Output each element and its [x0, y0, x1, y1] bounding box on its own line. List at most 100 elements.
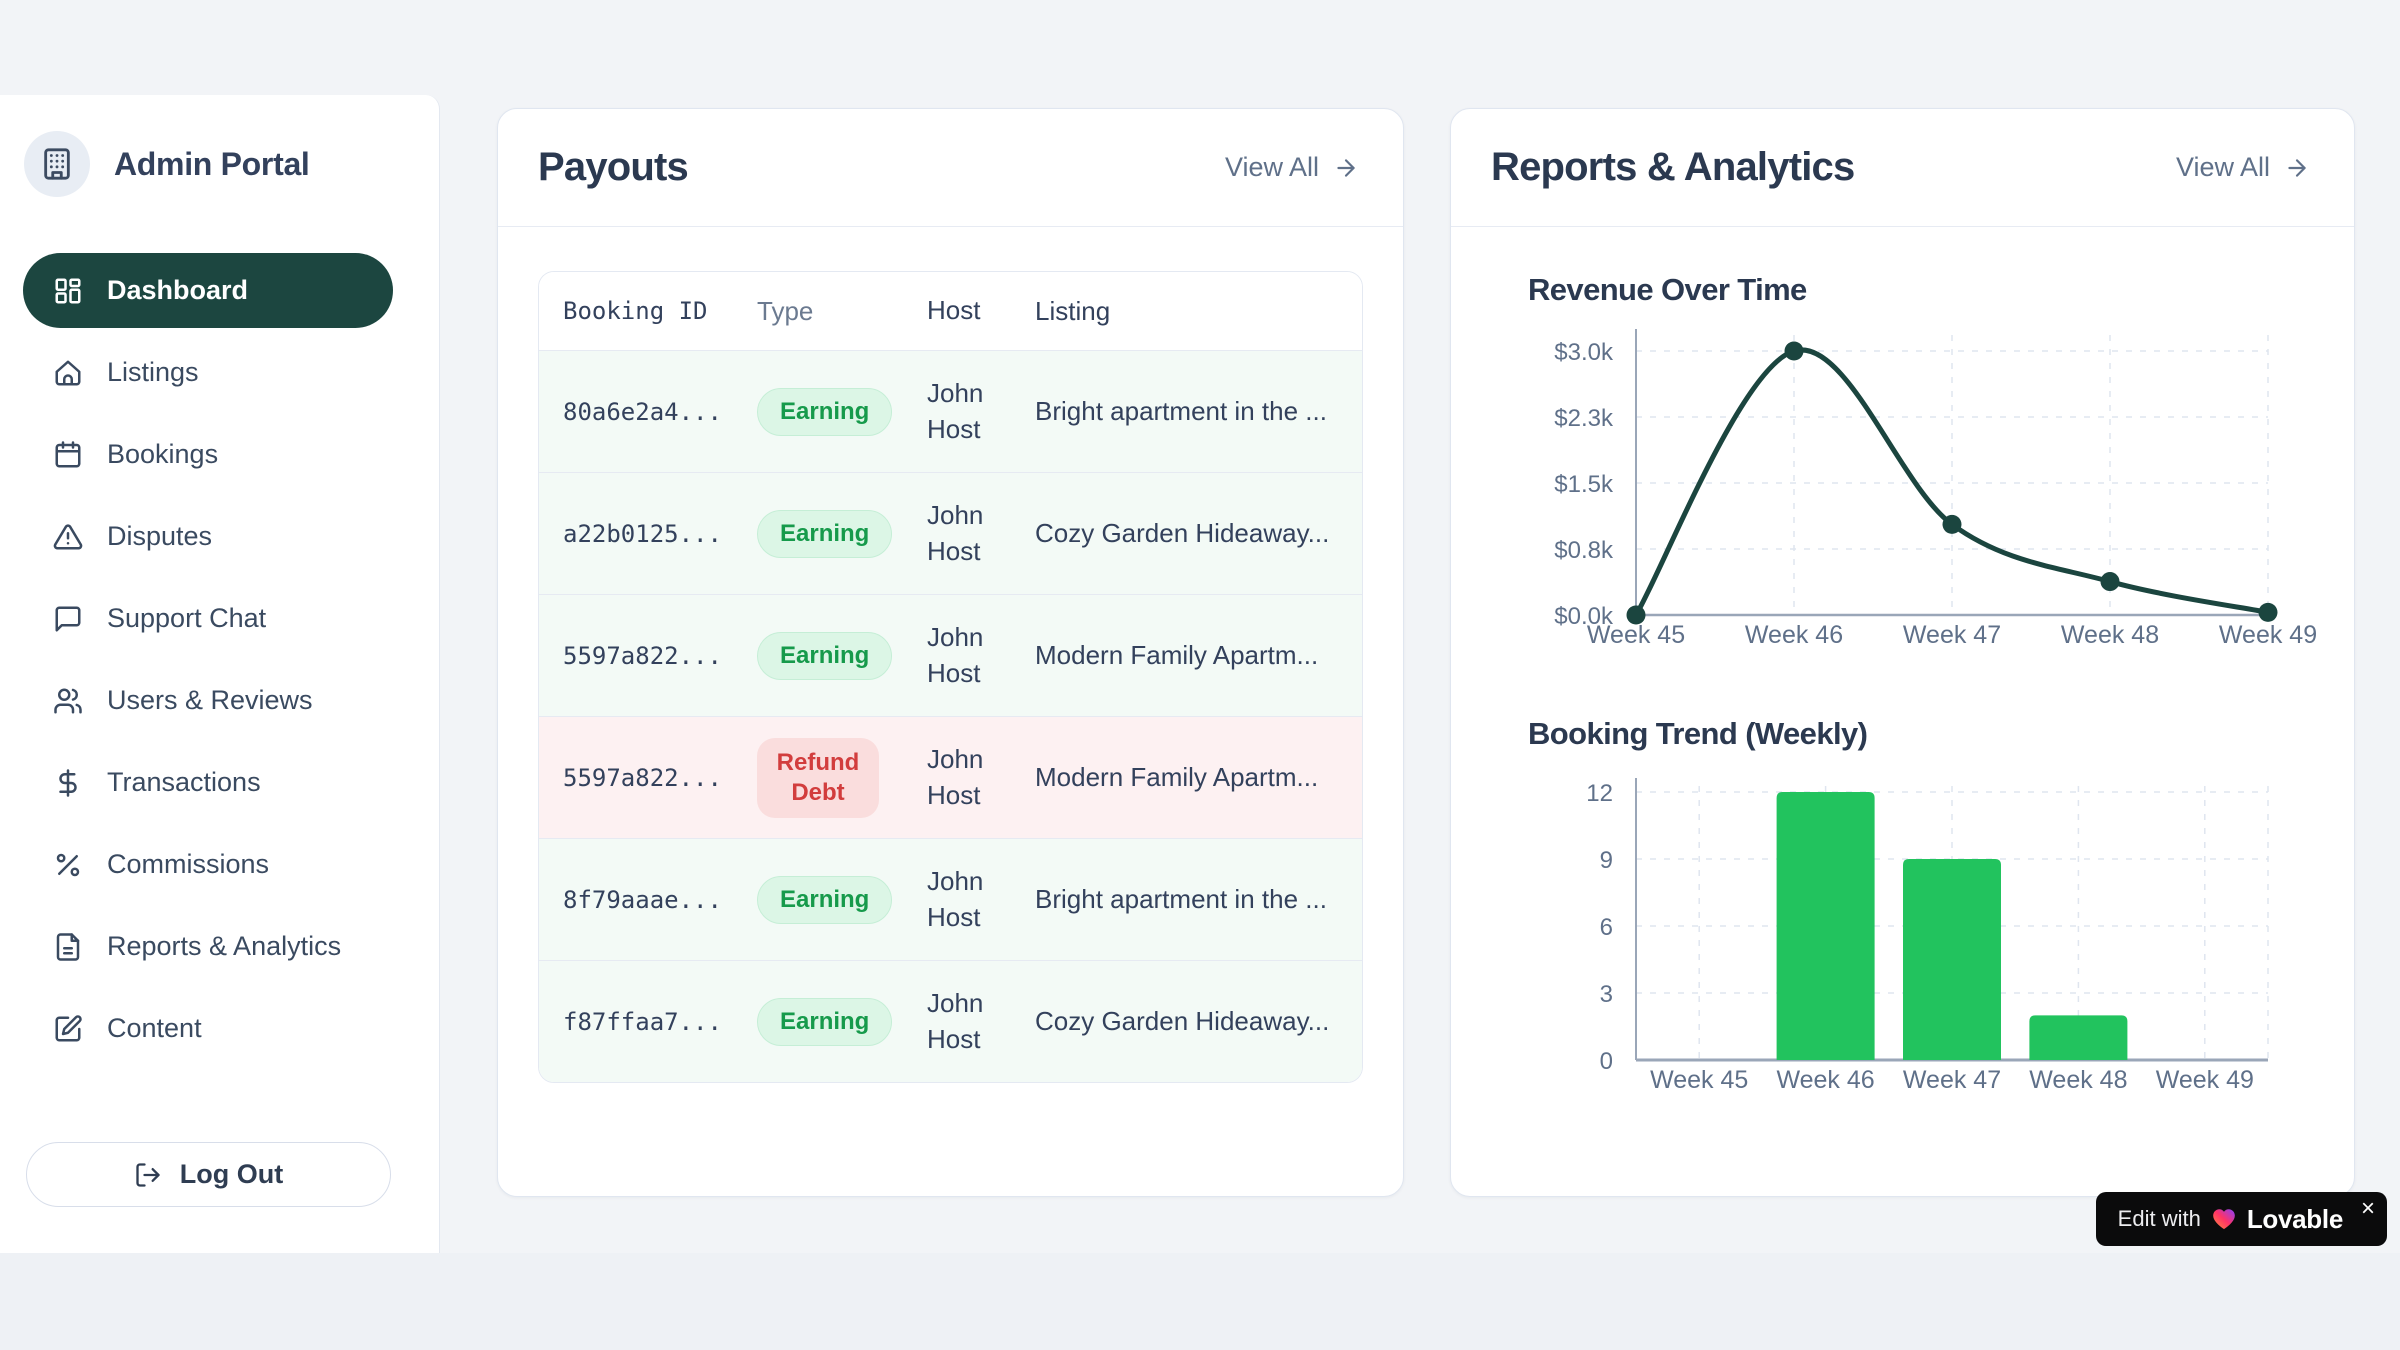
status-badge: Earning	[757, 998, 892, 1046]
percent-icon	[53, 850, 83, 880]
logout-icon	[134, 1161, 162, 1189]
column-header-type: Type	[757, 296, 927, 327]
building-icon	[40, 147, 74, 181]
payouts-table: Booking ID Type Host Listing 80a6e2a4...…	[538, 271, 1363, 1083]
reports-title: Reports & Analytics	[1491, 145, 1854, 190]
host-cell: John Host	[927, 620, 1035, 690]
svg-text:6: 6	[1600, 914, 1613, 941]
booking-id-cell: f87ffaa7...	[539, 1008, 757, 1036]
table-row: 5597a822... Refund Debt John Host Modern…	[539, 716, 1362, 838]
host-cell: John Host	[927, 742, 1035, 812]
lovable-brand: Lovable	[2247, 1204, 2343, 1235]
logout-label: Log Out	[180, 1159, 283, 1190]
sidebar-item-bookings[interactable]: Bookings	[23, 417, 393, 492]
booking-id-cell: 8f79aaae...	[539, 886, 757, 914]
svg-text:Week 49: Week 49	[2219, 621, 2317, 649]
status-badge: Earning	[757, 632, 892, 680]
view-all-label: View All	[1225, 152, 1319, 183]
host-cell: John Host	[927, 986, 1035, 1056]
svg-text:$1.5k: $1.5k	[1554, 471, 1614, 498]
sidebar-item-label: Disputes	[107, 521, 212, 552]
listing-cell: Cozy Garden Hideaway...	[1035, 1006, 1362, 1037]
reports-view-all-link[interactable]: View All	[2176, 152, 2310, 183]
reports-card-header: Reports & Analytics View All	[1451, 109, 2354, 227]
sidebar-item-users-reviews[interactable]: Users & Reviews	[23, 663, 393, 738]
sidebar-item-label: Content	[107, 1013, 202, 1044]
file-text-icon	[53, 932, 83, 962]
table-row: a22b0125... Earning John Host Cozy Garde…	[539, 472, 1362, 594]
reports-analytics-card: Reports & Analytics View All Revenue Ove…	[1450, 108, 2355, 1197]
close-icon[interactable]: ×	[2361, 1197, 2375, 1221]
sidebar-item-content[interactable]: Content	[23, 991, 393, 1066]
sidebar-item-label: Bookings	[107, 439, 218, 470]
status-badge: Earning	[757, 876, 892, 924]
svg-text:Week 45: Week 45	[1650, 1066, 1748, 1094]
sidebar-item-label: Transactions	[107, 767, 261, 798]
calendar-icon	[53, 440, 83, 470]
table-row: 5597a822... Earning John Host Modern Fam…	[539, 594, 1362, 716]
svg-text:Week 45: Week 45	[1587, 621, 1685, 649]
sidebar-item-listings[interactable]: Listings	[23, 335, 393, 410]
svg-text:0: 0	[1600, 1048, 1613, 1075]
svg-text:Week 46: Week 46	[1776, 1066, 1874, 1094]
status-badge: Earning	[757, 510, 892, 558]
listing-cell: Bright apartment in the ...	[1035, 884, 1362, 915]
payouts-card-header: Payouts View All	[498, 109, 1403, 227]
sidebar-item-transactions[interactable]: Transactions	[23, 745, 393, 820]
svg-text:Week 49: Week 49	[2156, 1066, 2254, 1094]
sidebar-item-disputes[interactable]: Disputes	[23, 499, 393, 574]
host-cell: John Host	[927, 864, 1035, 934]
svg-text:$3.0k: $3.0k	[1554, 339, 1614, 366]
message-square-icon	[53, 604, 83, 634]
users-icon	[53, 686, 83, 716]
alert-triangle-icon	[53, 522, 83, 552]
sidebar-item-label: Listings	[107, 357, 199, 388]
host-cell: John Host	[927, 376, 1035, 446]
column-header-listing: Listing	[1035, 296, 1362, 327]
status-badge: Refund Debt	[757, 738, 879, 818]
dashboard-icon	[53, 276, 83, 306]
svg-text:9: 9	[1600, 847, 1613, 874]
brand-avatar	[24, 131, 90, 197]
svg-text:Week 47: Week 47	[1903, 621, 2001, 649]
sidebar-item-dashboard[interactable]: Dashboard	[23, 253, 393, 328]
svg-text:$0.8k: $0.8k	[1554, 537, 1614, 564]
dollar-icon	[53, 768, 83, 798]
svg-text:$2.3k: $2.3k	[1554, 405, 1614, 432]
sidebar: Admin Portal Dashboard Listings Bookings…	[0, 95, 440, 1253]
column-header-host: Host	[927, 293, 1035, 328]
bottom-band	[0, 1253, 2400, 1350]
listing-cell: Bright apartment in the ...	[1035, 396, 1362, 427]
sidebar-nav: Dashboard Listings Bookings Disputes Sup…	[23, 253, 393, 1073]
sidebar-item-label: Users & Reviews	[107, 685, 313, 716]
sidebar-item-reports-analytics[interactable]: Reports & Analytics	[23, 909, 393, 984]
sidebar-item-label: Dashboard	[107, 275, 248, 306]
listing-cell: Modern Family Apartm...	[1035, 640, 1362, 671]
chart-title-revenue: Revenue Over Time	[1528, 272, 1807, 308]
listing-cell: Modern Family Apartm...	[1035, 762, 1362, 793]
svg-text:Week 48: Week 48	[2029, 1066, 2127, 1094]
payouts-view-all-link[interactable]: View All	[1225, 152, 1359, 183]
svg-text:Week 46: Week 46	[1745, 621, 1843, 649]
home-icon	[53, 358, 83, 388]
svg-text:12: 12	[1586, 780, 1613, 807]
sidebar-item-support-chat[interactable]: Support Chat	[23, 581, 393, 656]
logout-button[interactable]: Log Out	[26, 1142, 391, 1207]
arrow-right-icon	[2284, 155, 2310, 181]
sidebar-item-label: Support Chat	[107, 603, 266, 634]
payouts-card: Payouts View All Booking ID Type Host Li…	[497, 108, 1404, 1197]
arrow-right-icon	[1333, 155, 1359, 181]
svg-text:3: 3	[1600, 981, 1613, 1008]
view-all-label: View All	[2176, 152, 2270, 183]
sidebar-item-commissions[interactable]: Commissions	[23, 827, 393, 902]
brand-name: Admin Portal	[114, 146, 310, 183]
table-row: f87ffaa7... Earning John Host Cozy Garde…	[539, 960, 1362, 1082]
table-row: 8f79aaae... Earning John Host Bright apa…	[539, 838, 1362, 960]
lovable-badge[interactable]: Edit with Lovable ×	[2096, 1192, 2387, 1246]
heart-icon	[2211, 1206, 2237, 1232]
lovable-prefix: Edit with	[2118, 1206, 2201, 1232]
host-cell: John Host	[927, 498, 1035, 568]
booking-trend-bar-chart: 036912Week 45Week 46Week 47Week 48Week 4…	[1541, 764, 2321, 1184]
listing-cell: Cozy Garden Hideaway...	[1035, 518, 1362, 549]
revenue-line-chart: $0.0k$0.8k$1.5k$2.3k$3.0kWeek 45Week 46W…	[1541, 309, 2321, 659]
